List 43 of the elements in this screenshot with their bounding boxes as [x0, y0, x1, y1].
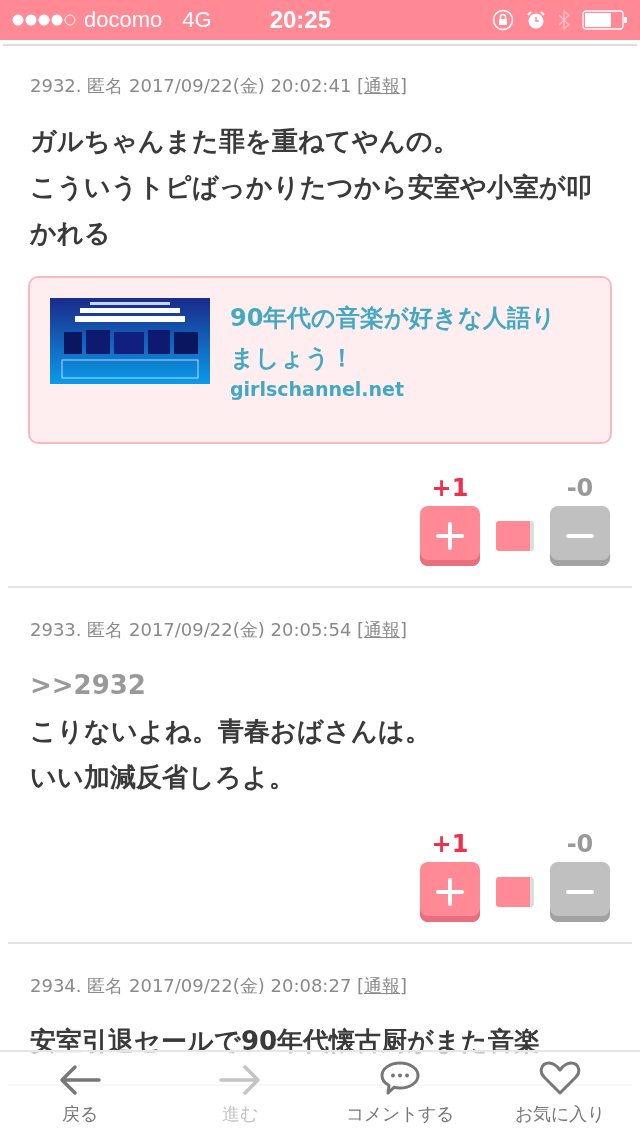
carrier-name: docomo — [84, 7, 163, 33]
comment-text: こりないよね。青春おばさんは。 — [30, 715, 432, 748]
link-title: 90年代の音楽が好きな人語りましょう！ — [230, 303, 558, 374]
plus-icon — [436, 878, 464, 906]
link-domain: girlschannel.net — [230, 378, 406, 400]
clock-time: 20:25 — [269, 6, 332, 34]
link-card[interactable]: 90年代の音楽が好きな人語りましょう！ girlschannel.net — [28, 276, 612, 444]
comment-text: いい加減反省しろよ。 — [30, 761, 296, 794]
plus-button[interactable] — [420, 862, 480, 922]
speech-bubble-icon — [379, 1060, 421, 1096]
alarm-icon — [526, 10, 546, 30]
comment-button[interactable]: コメントする — [320, 1060, 480, 1126]
comment-meta: 2933. 匿名 2017/09/22(金) 20:05:54 [通報] — [30, 618, 409, 642]
comment-text: ガルちゃんまた罪を重ねてやんの。 — [30, 125, 460, 158]
plus-count: +1 — [431, 830, 469, 858]
forward-arrow-icon — [219, 1064, 261, 1096]
minus-count: -0 — [566, 474, 594, 502]
back-arrow-icon — [59, 1064, 101, 1096]
comment-meta: 2932. 匿名 2017/09/22(金) 20:02:41 [通報] — [30, 74, 409, 98]
favorite-button[interactable]: お気に入り — [480, 1060, 640, 1126]
heart-icon — [539, 1060, 581, 1096]
rotation-lock-icon — [492, 9, 514, 31]
signal-icon — [12, 13, 76, 27]
minus-icon — [565, 889, 595, 895]
network-type: 4G — [182, 7, 212, 33]
minus-count: -0 — [566, 830, 594, 858]
plus-button[interactable] — [420, 506, 480, 566]
comment-meta: 2934. 匿名 2017/09/22(金) 20:08:27 [通報] — [30, 974, 409, 998]
vote-ratio-bar — [496, 877, 534, 907]
vote-ratio-bar — [496, 521, 534, 551]
report-link[interactable]: [通報] — [357, 619, 408, 640]
reply-anchor-link[interactable]: >>2932 — [30, 662, 610, 708]
back-button[interactable]: 戻る — [0, 1064, 160, 1126]
comment-text: こういうトピばっかりたつから安室や小室が叩かれる — [30, 171, 593, 250]
minus-icon — [565, 533, 595, 539]
minus-button[interactable] — [550, 506, 610, 566]
plus-count: +1 — [431, 474, 469, 502]
battery-icon — [582, 10, 628, 30]
minus-button[interactable] — [550, 862, 610, 922]
report-link[interactable]: [通報] — [357, 975, 408, 996]
bluetooth-icon — [558, 9, 570, 31]
plus-icon — [436, 522, 464, 550]
report-link[interactable]: [通報] — [357, 75, 408, 96]
